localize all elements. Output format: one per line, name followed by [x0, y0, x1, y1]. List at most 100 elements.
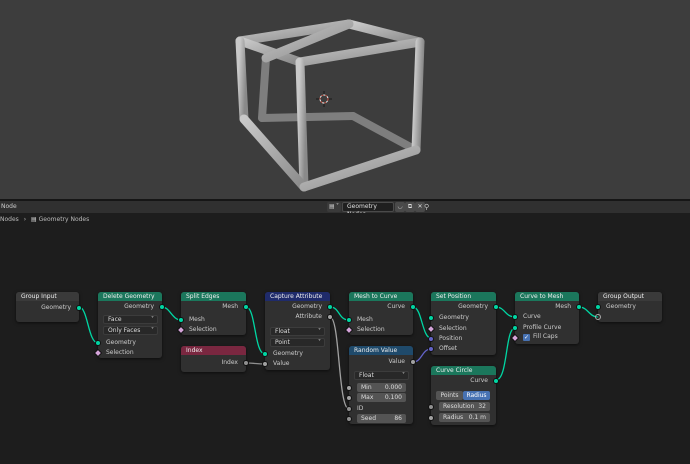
socket-label: Geometry — [41, 304, 71, 311]
node-split-edges[interactable]: Split Edges Mesh Mesh Selection — [176, 292, 249, 335]
node-group-output[interactable]: Group Output Geometry — [595, 292, 662, 322]
output-socket-geometry[interactable] — [493, 304, 499, 310]
input-socket-id[interactable] — [346, 406, 352, 412]
input-socket-profile-curve[interactable] — [512, 325, 518, 331]
output-socket-value[interactable] — [410, 359, 416, 365]
output-socket-geometry[interactable] — [76, 305, 82, 311]
input-socket-min[interactable] — [346, 385, 352, 391]
socket-label: Geometry — [439, 314, 469, 321]
chevron-down-icon: ˅ — [402, 372, 405, 379]
resolution-field[interactable]: Resolution 32 — [439, 402, 490, 411]
output-socket-mesh[interactable] — [243, 304, 249, 310]
node-title[interactable]: Random Value — [349, 346, 413, 355]
chevron-down-icon: ˅ — [318, 328, 321, 335]
node-random-value[interactable]: Random Value Value Float ˅ Min 0.000 Max 0.… — [346, 346, 416, 424]
socket-label: Fill Caps — [533, 333, 558, 340]
max-field[interactable]: Max 0.100 — [357, 393, 406, 402]
mode-points-button[interactable]: Points — [436, 391, 463, 400]
output-socket-mesh[interactable] — [576, 304, 582, 310]
socket-label: Offset — [439, 345, 458, 352]
socket-label: Geometry — [292, 303, 322, 310]
output-socket-curve[interactable] — [410, 304, 416, 310]
chevron-down-icon[interactable]: ˅ — [334, 202, 341, 212]
node-title[interactable]: Mesh to Curve — [349, 292, 413, 301]
shield-icon[interactable]: ◡ — [395, 202, 405, 212]
wireframe-cube-render — [235, 19, 425, 192]
node-curve-circle[interactable]: Curve Circle Curve Points Radius Resolut… — [428, 366, 499, 425]
min-field[interactable]: Min 0.000 — [357, 383, 406, 392]
node-title[interactable]: Curve Circle — [431, 366, 496, 375]
input-socket-resolution[interactable] — [428, 404, 434, 410]
socket-label: Value — [273, 360, 290, 367]
socket-label: Mesh — [357, 316, 373, 323]
input-socket-geometry[interactable] — [95, 340, 101, 346]
node-title[interactable]: Curve to Mesh — [515, 292, 579, 301]
node-title[interactable]: Split Edges — [181, 292, 246, 301]
socket-label: Geometry — [124, 303, 154, 310]
node-tree-name-field[interactable]: Geometry Nodes — [342, 202, 394, 218]
domain-dropdown[interactable]: Face ˅ — [103, 315, 158, 324]
pin-icon[interactable]: ⚲ — [424, 201, 429, 213]
input-socket-empty[interactable] — [595, 314, 601, 320]
output-socket-attribute[interactable] — [327, 314, 333, 320]
mode-radius-button[interactable]: Radius — [463, 391, 490, 400]
node-title[interactable]: Capture Attribute — [265, 292, 330, 301]
copy-icon[interactable]: ⧉ — [405, 202, 415, 212]
3d-cursor-icon[interactable] — [316, 91, 332, 107]
node-mesh-to-curve[interactable]: Mesh to Curve Curve Mesh Selection — [344, 292, 416, 335]
output-socket-curve[interactable] — [493, 378, 499, 384]
mode-dropdown[interactable]: Only Faces ˅ — [103, 326, 158, 335]
node-title[interactable]: Group Input — [16, 292, 79, 301]
seed-field[interactable]: Seed 86 — [357, 414, 406, 423]
socket-label: Geometry — [458, 303, 488, 310]
node-menu[interactable]: Node — [1, 201, 17, 213]
socket-label: Curve — [387, 303, 405, 310]
node-delete-geometry[interactable]: Delete Geometry Geometry Face ˅ Only Face… — [93, 292, 165, 358]
socket-label: Geometry — [106, 339, 136, 346]
input-socket-radius[interactable] — [428, 415, 434, 421]
input-socket-mesh[interactable] — [346, 317, 352, 323]
data-type-dropdown[interactable]: Float ˅ — [354, 371, 409, 380]
input-socket-geometry[interactable] — [595, 304, 601, 310]
input-socket-offset[interactable] — [428, 346, 434, 352]
domain-dropdown[interactable]: Point ˅ — [270, 338, 325, 347]
chevron-down-icon: ˅ — [151, 327, 154, 334]
node-title[interactable]: Group Output — [598, 292, 662, 301]
input-socket-curve[interactable] — [512, 314, 518, 320]
node-title[interactable]: Set Position — [431, 292, 496, 301]
node-title[interactable]: Index — [181, 346, 246, 355]
socket-label: Value — [388, 358, 405, 365]
node-editor-header: Node ▤ ˅ Geometry Nodes ◡ ⧉ ✕ ⚲ — [0, 201, 690, 218]
input-socket-geometry[interactable] — [428, 315, 434, 321]
node-curve-to-mesh[interactable]: Curve to Mesh Mesh Curve Profile Curve ✓… — [510, 292, 582, 344]
fill-caps-checkbox[interactable]: ✓ — [523, 334, 530, 341]
socket-label: ID — [357, 405, 364, 412]
socket-label: Mesh — [222, 303, 238, 310]
input-socket-value[interactable] — [262, 361, 268, 367]
output-socket-geometry[interactable] — [159, 304, 165, 310]
chevron-down-icon: ˅ — [318, 339, 321, 346]
node-group-input[interactable]: Group Input Geometry — [16, 292, 82, 322]
node-set-position[interactable]: Set Position Geometry Geometry Selection… — [426, 292, 499, 355]
output-socket-index[interactable] — [243, 360, 249, 366]
input-socket-mesh[interactable] — [178, 317, 184, 323]
radius-field[interactable]: Radius 0.1 m — [439, 413, 490, 422]
node-index[interactable]: Index Index — [181, 346, 249, 372]
node-capture-attribute[interactable]: Capture Attribute Geometry Attribute Flo… — [262, 292, 333, 370]
socket-label: Mesh — [555, 303, 571, 310]
input-socket-seed[interactable] — [346, 416, 352, 422]
socket-label: Selection — [439, 325, 467, 332]
socket-label: Mesh — [189, 316, 205, 323]
input-socket-position[interactable] — [428, 336, 434, 342]
input-socket-geometry[interactable] — [262, 351, 268, 357]
data-type-dropdown[interactable]: Float ˅ — [270, 327, 325, 336]
input-socket-max[interactable] — [346, 395, 352, 401]
socket-label: Attribute — [295, 313, 323, 320]
output-socket-geometry[interactable] — [327, 304, 333, 310]
socket-label: Curve — [470, 377, 488, 384]
socket-label: Selection — [189, 326, 217, 333]
socket-label: Selection — [357, 326, 385, 333]
3d-viewport[interactable] — [0, 0, 690, 199]
node-title[interactable]: Delete Geometry — [98, 292, 162, 301]
node-editor-canvas[interactable]: Nodes › ▤ Geometry Nodes Group Input Geo… — [0, 213, 690, 464]
